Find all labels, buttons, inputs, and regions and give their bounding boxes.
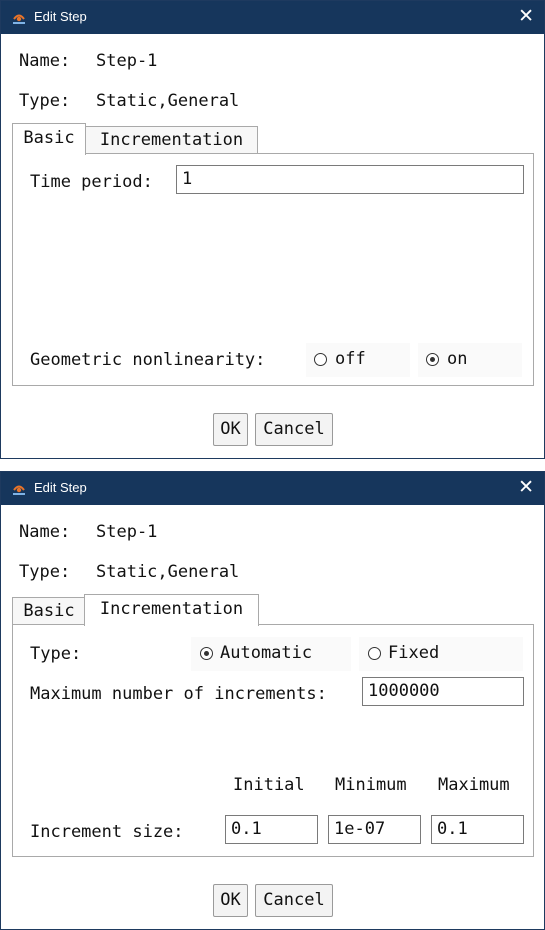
title-bar: Edit Step ✕ (1, 472, 544, 505)
minimum-increment-input[interactable]: 1e-07 (328, 815, 421, 844)
type-fixed-option[interactable]: Fixed (359, 637, 523, 671)
incrementation-panel: Type: Automatic Fixed Maximum number of … (12, 624, 534, 857)
tab-basic[interactable]: Basic (12, 123, 86, 155)
type-automatic-label: Automatic (220, 643, 313, 663)
name-label: Name: (19, 522, 71, 542)
type-label: Type: (19, 562, 71, 582)
nlgeom-on-radio[interactable] (426, 353, 439, 366)
type-value: Static,General (96, 91, 240, 111)
ok-button[interactable]: OK (213, 413, 248, 446)
app-logo-icon (13, 485, 25, 495)
type-fixed-label: Fixed (388, 643, 440, 663)
max-increments-input[interactable]: 1000000 (362, 677, 524, 706)
nlgeom-off-radio[interactable] (314, 353, 327, 366)
tab-basic[interactable]: Basic (12, 597, 86, 624)
basic-panel: Time period: 1 Geometric nonlinearity: o… (12, 153, 534, 386)
time-period-input[interactable]: 1 (176, 165, 524, 194)
close-icon[interactable]: ✕ (518, 477, 534, 499)
max-increments-label: Maximum number of increments: (30, 684, 327, 704)
nlgeom-off-option[interactable]: off (306, 343, 410, 377)
nlgeom-label: Geometric nonlinearity: (30, 350, 266, 370)
tab-incrementation[interactable]: Incrementation (85, 126, 258, 153)
app-logo-icon (13, 14, 25, 24)
edit-step-dialog-basic: Edit Step ✕ Name: Step-1 Type: Static,Ge… (0, 0, 545, 459)
name-value: Step-1 (96, 522, 158, 542)
nlgeom-off-label: off (335, 349, 366, 369)
name-value: Step-1 (96, 51, 158, 71)
edit-step-dialog-incrementation: Edit Step ✕ Name: Step-1 Type: Static,Ge… (0, 471, 545, 930)
type-automatic-radio[interactable] (200, 647, 213, 660)
initial-increment-input[interactable]: 0.1 (225, 815, 318, 844)
dialog-title: Edit Step (34, 9, 87, 24)
name-label: Name: (19, 51, 71, 71)
maximum-increment-input[interactable]: 0.1 (431, 815, 524, 844)
type-label: Type: (19, 91, 71, 111)
col-header-initial: Initial (233, 775, 305, 795)
increment-type-label: Type: (30, 644, 82, 664)
col-header-maximum: Maximum (438, 775, 510, 795)
increment-size-label: Increment size: (30, 822, 184, 842)
nlgeom-on-option[interactable]: on (418, 343, 522, 377)
cancel-button[interactable]: Cancel (255, 413, 333, 446)
type-value: Static,General (96, 562, 240, 582)
col-header-minimum: Minimum (335, 775, 407, 795)
time-period-label: Time period: (30, 172, 153, 192)
dialog-title: Edit Step (34, 480, 87, 495)
type-automatic-option[interactable]: Automatic (191, 637, 351, 671)
tab-incrementation[interactable]: Incrementation (84, 594, 259, 626)
type-fixed-radio[interactable] (368, 647, 381, 660)
cancel-button[interactable]: Cancel (255, 884, 333, 917)
nlgeom-on-label: on (447, 349, 468, 369)
ok-button[interactable]: OK (213, 884, 248, 917)
close-icon[interactable]: ✕ (518, 6, 534, 28)
title-bar: Edit Step ✕ (1, 1, 544, 34)
